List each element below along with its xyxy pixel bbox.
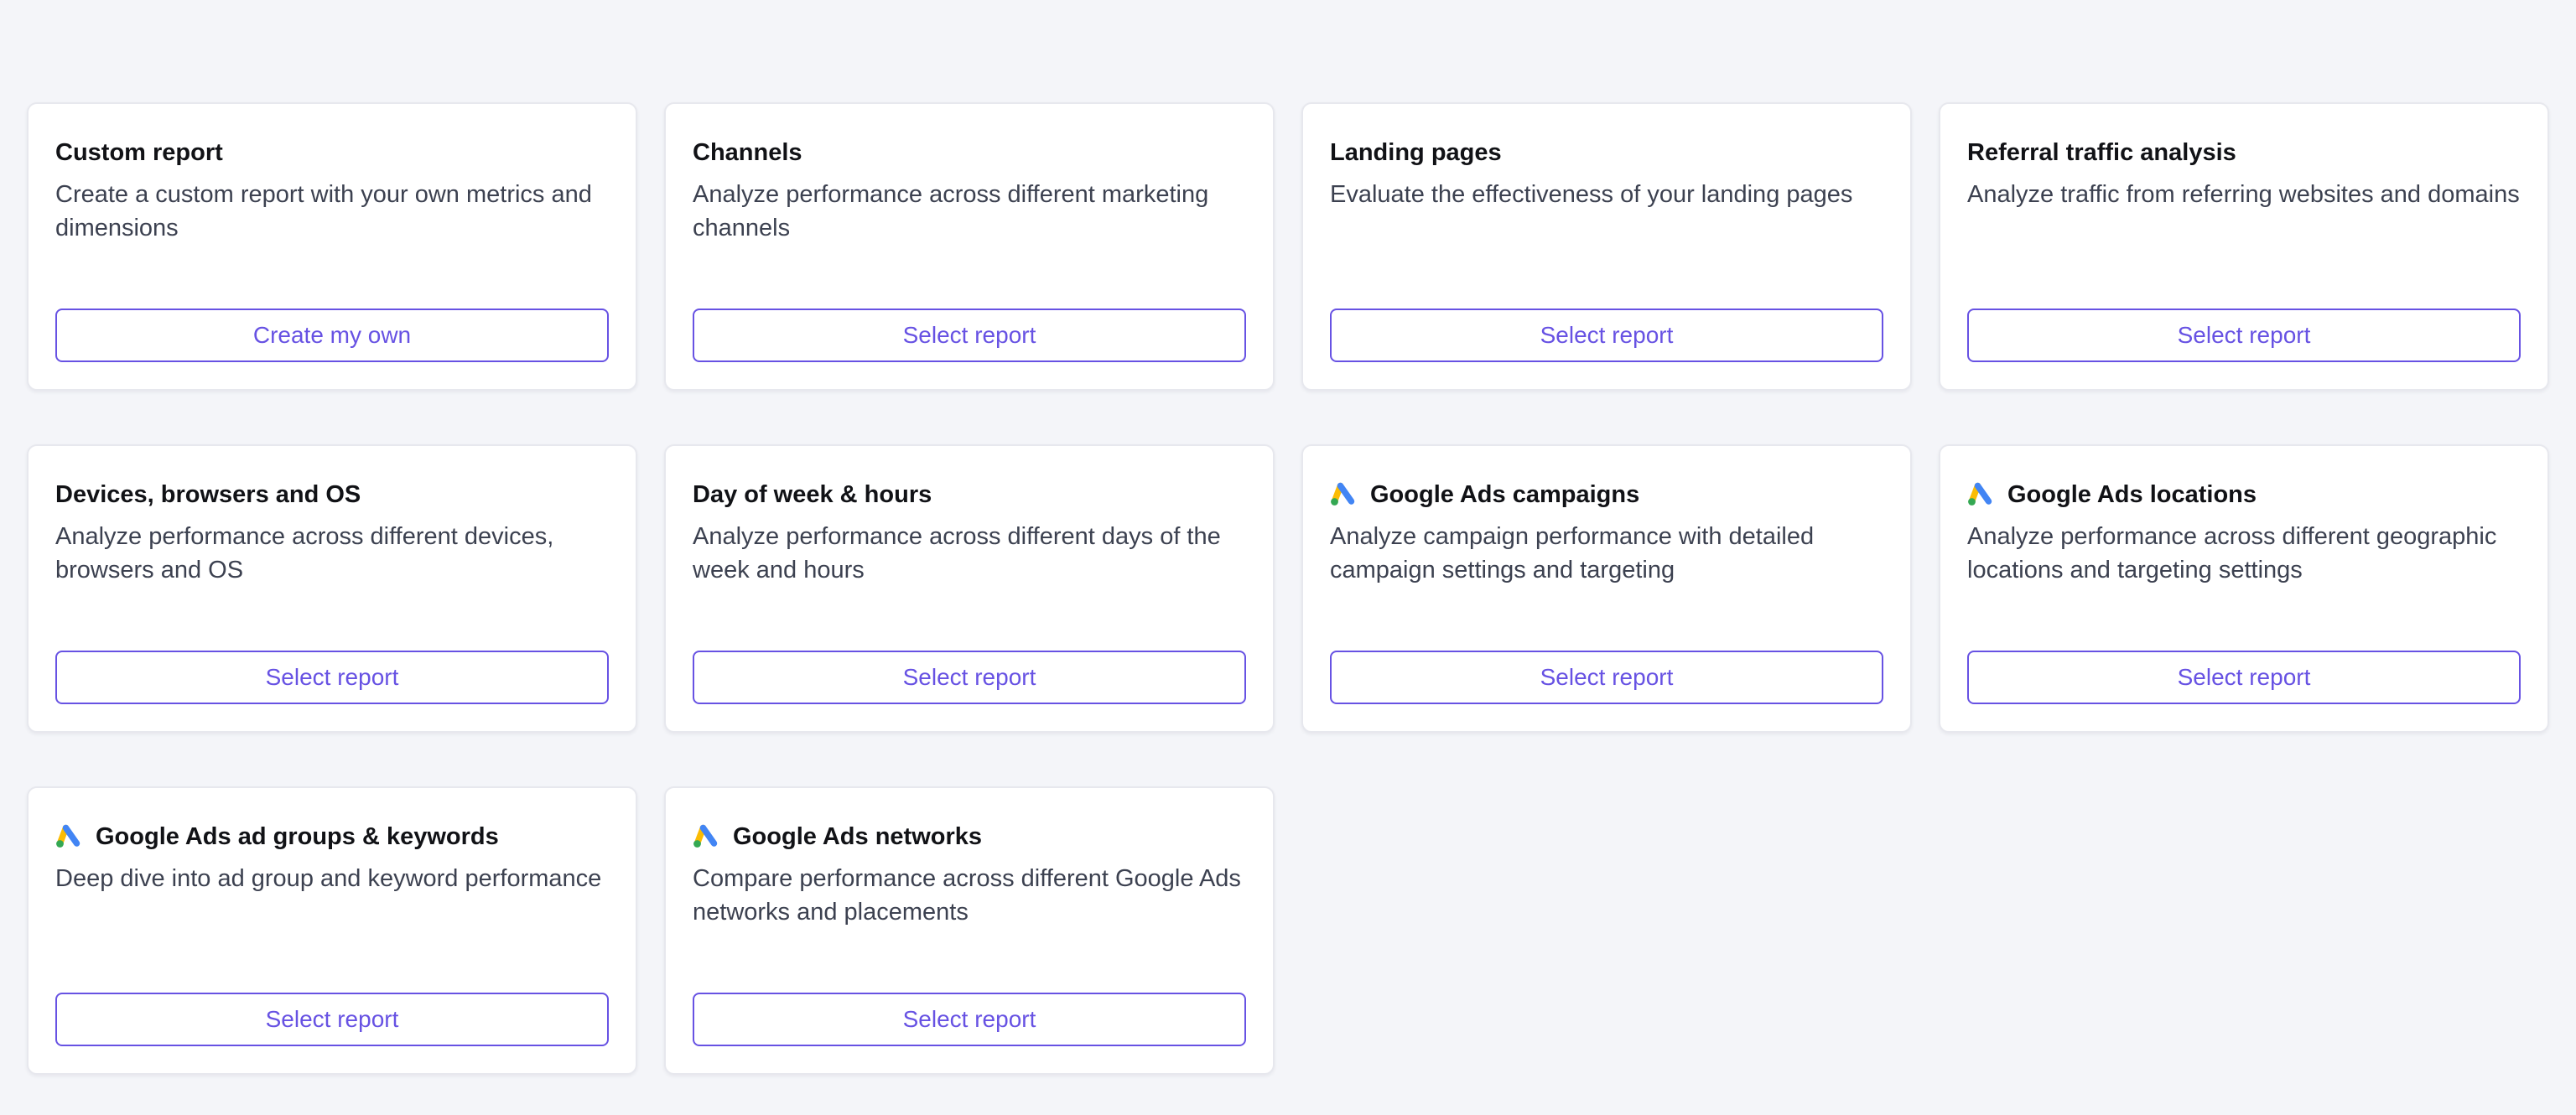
card-title: Day of week & hours: [693, 480, 932, 508]
card-description: Create a custom report with your own met…: [55, 181, 592, 241]
report-card-referral-traffic: Referral traffic analysis Analyze traffi…: [1939, 102, 2549, 391]
report-card-landing-pages: Landing pages Evaluate the effectiveness…: [1301, 102, 1912, 391]
select-report-button[interactable]: Select report: [693, 309, 1246, 362]
create-my-own-button[interactable]: Create my own: [55, 309, 609, 362]
report-card-google-ads-ad-groups-keywords: Google Ads ad groups & keywords Deep div…: [27, 786, 637, 1075]
report-card-google-ads-networks: Google Ads networks Compare performance …: [664, 786, 1275, 1075]
card-description: Analyze performance across different mar…: [693, 181, 1209, 241]
report-templates-grid: Custom report Create a custom report wit…: [27, 102, 2549, 1075]
card-description: Analyze traffic from referring websites …: [1967, 181, 2520, 208]
select-report-button[interactable]: Select report: [1967, 651, 2521, 704]
card-header: Channels: [693, 134, 1246, 171]
card-title: Google Ads campaigns: [1370, 480, 1640, 508]
card-header: Landing pages: [1330, 134, 1883, 171]
card-description: Analyze performance across different geo…: [1967, 523, 2497, 583]
card-header: Day of week & hours: [693, 476, 1246, 513]
card-description: Evaluate the effectiveness of your landi…: [1330, 181, 1853, 208]
card-title: Channels: [693, 138, 802, 166]
select-report-button[interactable]: Select report: [55, 651, 609, 704]
card-header: Custom report: [55, 134, 609, 171]
select-report-button[interactable]: Select report: [1967, 309, 2521, 362]
card-header: Google Ads networks: [693, 818, 1246, 855]
google-ads-icon: [693, 823, 719, 850]
card-title: Custom report: [55, 138, 223, 166]
card-description: Deep dive into ad group and keyword perf…: [55, 865, 602, 892]
card-title: Google Ads locations: [2007, 480, 2257, 508]
select-report-button[interactable]: Select report: [1330, 309, 1883, 362]
report-card-custom-report: Custom report Create a custom report wit…: [27, 102, 637, 391]
card-description: Analyze performance across different day…: [693, 523, 1221, 583]
report-card-day-of-week-hours: Day of week & hours Analyze performance …: [664, 444, 1275, 733]
select-report-button[interactable]: Select report: [693, 651, 1246, 704]
select-report-button[interactable]: Select report: [693, 993, 1246, 1046]
card-header: Google Ads campaigns: [1330, 476, 1883, 513]
card-title: Landing pages: [1330, 138, 1502, 166]
report-card-google-ads-campaigns: Google Ads campaigns Analyze campaign pe…: [1301, 444, 1912, 733]
card-title: Google Ads ad groups & keywords: [96, 822, 499, 850]
select-report-button[interactable]: Select report: [1330, 651, 1883, 704]
card-header: Google Ads locations: [1967, 476, 2521, 513]
google-ads-icon: [1967, 481, 1994, 508]
report-card-channels: Channels Analyze performance across diff…: [664, 102, 1275, 391]
card-description: Compare performance across different Goo…: [693, 865, 1241, 926]
card-title: Referral traffic analysis: [1967, 138, 2236, 166]
card-header: Google Ads ad groups & keywords: [55, 818, 609, 855]
report-card-devices-browsers-os: Devices, browsers and OS Analyze perform…: [27, 444, 637, 733]
report-card-google-ads-locations: Google Ads locations Analyze performance…: [1939, 444, 2549, 733]
card-header: Referral traffic analysis: [1967, 134, 2521, 171]
card-header: Devices, browsers and OS: [55, 476, 609, 513]
google-ads-icon: [1330, 481, 1357, 508]
card-description: Analyze campaign performance with detail…: [1330, 523, 1815, 583]
select-report-button[interactable]: Select report: [55, 993, 609, 1046]
card-description: Analyze performance across different dev…: [55, 523, 554, 583]
card-title: Devices, browsers and OS: [55, 480, 361, 508]
card-title: Google Ads networks: [733, 822, 983, 850]
google-ads-icon: [55, 823, 82, 850]
